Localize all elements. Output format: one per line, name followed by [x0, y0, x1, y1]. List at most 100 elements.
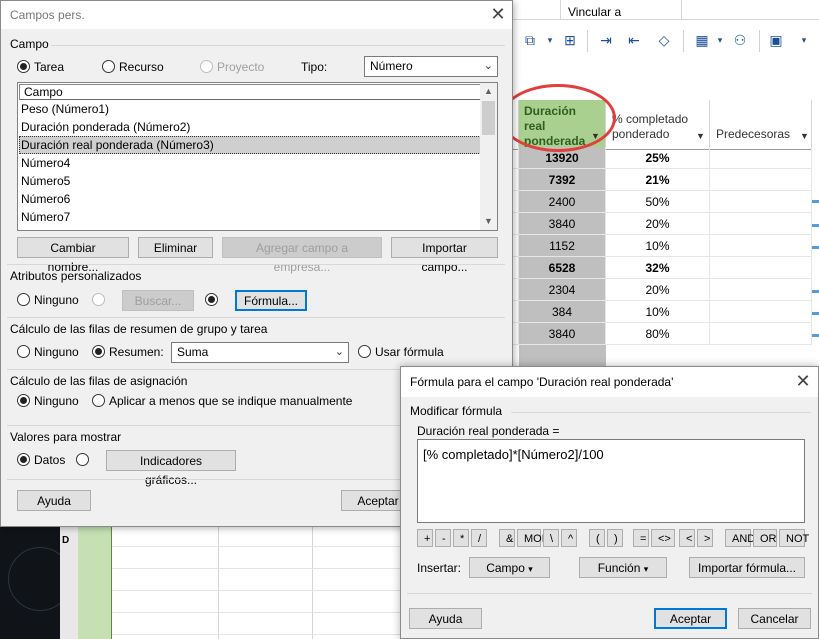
cell-duracion-real[interactable]: 7392 — [519, 169, 606, 191]
cell-pct-completado[interactable]: 20% — [606, 279, 710, 301]
radio-summary-formula[interactable] — [358, 345, 371, 358]
operator-button[interactable]: < — [679, 529, 695, 547]
operator-button[interactable]: / — [471, 529, 487, 547]
column-header-predecesoras[interactable]: Predecesoras ▼ — [710, 100, 812, 150]
cell-predecesoras[interactable] — [710, 147, 812, 169]
operator-button[interactable]: - — [435, 529, 451, 547]
indent-icon[interactable]: ⇥ — [595, 30, 617, 50]
cell-pct-completado[interactable]: 80% — [606, 323, 710, 345]
assign-people-icon[interactable]: ⚇ — [729, 30, 751, 50]
cell-pct-completado[interactable]: 32% — [606, 257, 710, 279]
cancel-button[interactable]: Cancelar — [738, 608, 811, 629]
list-item[interactable]: Duración ponderada (Número2) — [19, 118, 481, 136]
list-item[interactable]: Peso (Número1) — [19, 100, 481, 118]
rename-button[interactable]: Cambiar nombre... — [17, 237, 129, 274]
chevron-down-icon[interactable]: ▾ — [539, 30, 561, 50]
radio-attr-buscar[interactable] — [92, 293, 105, 306]
ok-button[interactable]: Aceptar — [654, 608, 727, 629]
radio-values-graphic[interactable] — [76, 453, 89, 466]
cell-duracion-real[interactable]: 13920 — [519, 147, 606, 169]
chevron-down-icon[interactable]: ▾ — [793, 30, 815, 50]
table-row[interactable]: 2400 50% — [513, 191, 819, 213]
cell-duracion-real[interactable]: 3840 — [519, 323, 606, 345]
list-item[interactable]: Número5 — [19, 172, 481, 190]
cell-pct-completado[interactable]: 20% — [606, 213, 710, 235]
cell-duracion-real[interactable]: 2400 — [519, 191, 606, 213]
task-mode-icon[interactable]: ⧉ — [519, 30, 541, 50]
table-row[interactable]: 3840 80% — [513, 323, 819, 345]
table-row[interactable]: 384 10% — [513, 301, 819, 323]
list-item[interactable]: Número4 — [19, 154, 481, 172]
tag-icon[interactable]: ◇ — [653, 30, 675, 50]
cell-pct-completado[interactable]: 21% — [606, 169, 710, 191]
cell-predecesoras[interactable] — [710, 323, 812, 345]
list-item[interactable]: Número8 — [19, 226, 481, 230]
table-row[interactable]: 13920 25% — [513, 147, 819, 169]
table-row[interactable]: 7392 21% — [513, 169, 819, 191]
radio-recurso[interactable] — [102, 60, 115, 73]
radio-proyecto[interactable] — [200, 60, 213, 73]
operator-button[interactable]: & — [499, 529, 515, 547]
operator-button[interactable]: <> — [651, 529, 675, 547]
column-header-pct-completado[interactable]: % completado ponderado ▼ — [606, 100, 710, 150]
cell-predecesoras[interactable] — [710, 235, 812, 257]
operator-button[interactable]: ( — [589, 529, 605, 547]
scroll-up-icon[interactable]: ▲ — [480, 83, 497, 100]
cell-duracion-real[interactable]: 1152 — [519, 235, 606, 257]
chevron-down-icon[interactable]: ▼ — [591, 131, 600, 141]
insert-field-button[interactable]: Campo ▾ — [469, 557, 550, 578]
chevron-down-icon[interactable]: ▾ — [709, 30, 731, 50]
scroll-down-icon[interactable]: ▼ — [480, 213, 497, 230]
radio-assign-ninguno[interactable] — [17, 394, 30, 407]
cell-predecesoras[interactable] — [710, 279, 812, 301]
list-item[interactable]: Número6 — [19, 190, 481, 208]
radio-assign-apply[interactable] — [92, 394, 105, 407]
table-icon[interactable]: ⊞ — [559, 30, 581, 50]
delete-button[interactable]: Eliminar — [138, 237, 213, 258]
import-field-button[interactable]: Importar campo... — [391, 237, 498, 274]
cell-pct-completado[interactable]: 50% — [606, 191, 710, 213]
formula-input[interactable]: [% completado]*[Número2]/100 — [417, 439, 805, 523]
table-row[interactable]: 1152 10% — [513, 235, 819, 257]
operator-button[interactable]: + — [417, 529, 433, 547]
cell-duracion-real[interactable]: 3840 — [519, 213, 606, 235]
operator-button[interactable]: = — [633, 529, 649, 547]
table-row[interactable]: 2304 20% — [513, 279, 819, 301]
operator-button[interactable]: MOD — [517, 529, 550, 547]
outdent-icon[interactable]: ⇤ — [623, 30, 645, 50]
calendar-icon[interactable]: ▣ — [765, 30, 787, 50]
tipo-select[interactable]: Número ⌄ — [364, 56, 498, 77]
operator-button[interactable]: > — [697, 529, 713, 547]
formula-button[interactable]: Fórmula... — [235, 290, 307, 311]
column-header-duracion-real[interactable]: Duración real ponderada ▼ — [519, 100, 606, 150]
lookup-button[interactable]: Buscar... — [122, 290, 194, 311]
operator-button[interactable]: AND — [725, 529, 755, 547]
help-button[interactable]: Ayuda — [17, 490, 91, 511]
radio-summary-ninguno[interactable] — [17, 345, 30, 358]
cell-predecesoras[interactable] — [710, 301, 812, 323]
cell-duracion-real[interactable]: 384 — [519, 301, 606, 323]
graphic-indicators-button[interactable]: Indicadores gráficos... — [106, 450, 236, 487]
radio-attr-ninguno[interactable] — [17, 293, 30, 306]
chevron-down-icon[interactable]: ▼ — [696, 131, 705, 141]
table-row[interactable]: 6528 32% — [513, 257, 819, 279]
operator-button[interactable]: \ — [543, 529, 559, 547]
chevron-down-icon[interactable]: ▼ — [800, 131, 809, 141]
radio-values-datos[interactable] — [17, 453, 30, 466]
radio-attr-formula[interactable] — [205, 293, 218, 306]
close-icon[interactable]: ✕ — [792, 371, 814, 393]
cell-predecesoras[interactable] — [710, 169, 812, 191]
cell-predecesoras[interactable] — [710, 213, 812, 235]
cell-pct-completado[interactable]: 10% — [606, 235, 710, 257]
operator-button[interactable]: NOT — [779, 529, 809, 547]
list-item[interactable]: Duración real ponderada (Número3) — [19, 136, 481, 154]
cell-duracion-real[interactable]: 2304 — [519, 279, 606, 301]
cell-duracion-real[interactable]: 6528 — [519, 257, 606, 279]
cell-predecesoras[interactable] — [710, 191, 812, 213]
summary-select[interactable]: Suma ⌄ — [171, 342, 349, 363]
cell-pct-completado[interactable]: 10% — [606, 301, 710, 323]
list-scrollbar[interactable]: ▲ ▼ — [480, 83, 497, 230]
operator-button[interactable]: OR — [753, 529, 777, 547]
cell-pct-completado[interactable]: 25% — [606, 147, 710, 169]
insert-function-button[interactable]: Función ▾ — [579, 557, 667, 578]
